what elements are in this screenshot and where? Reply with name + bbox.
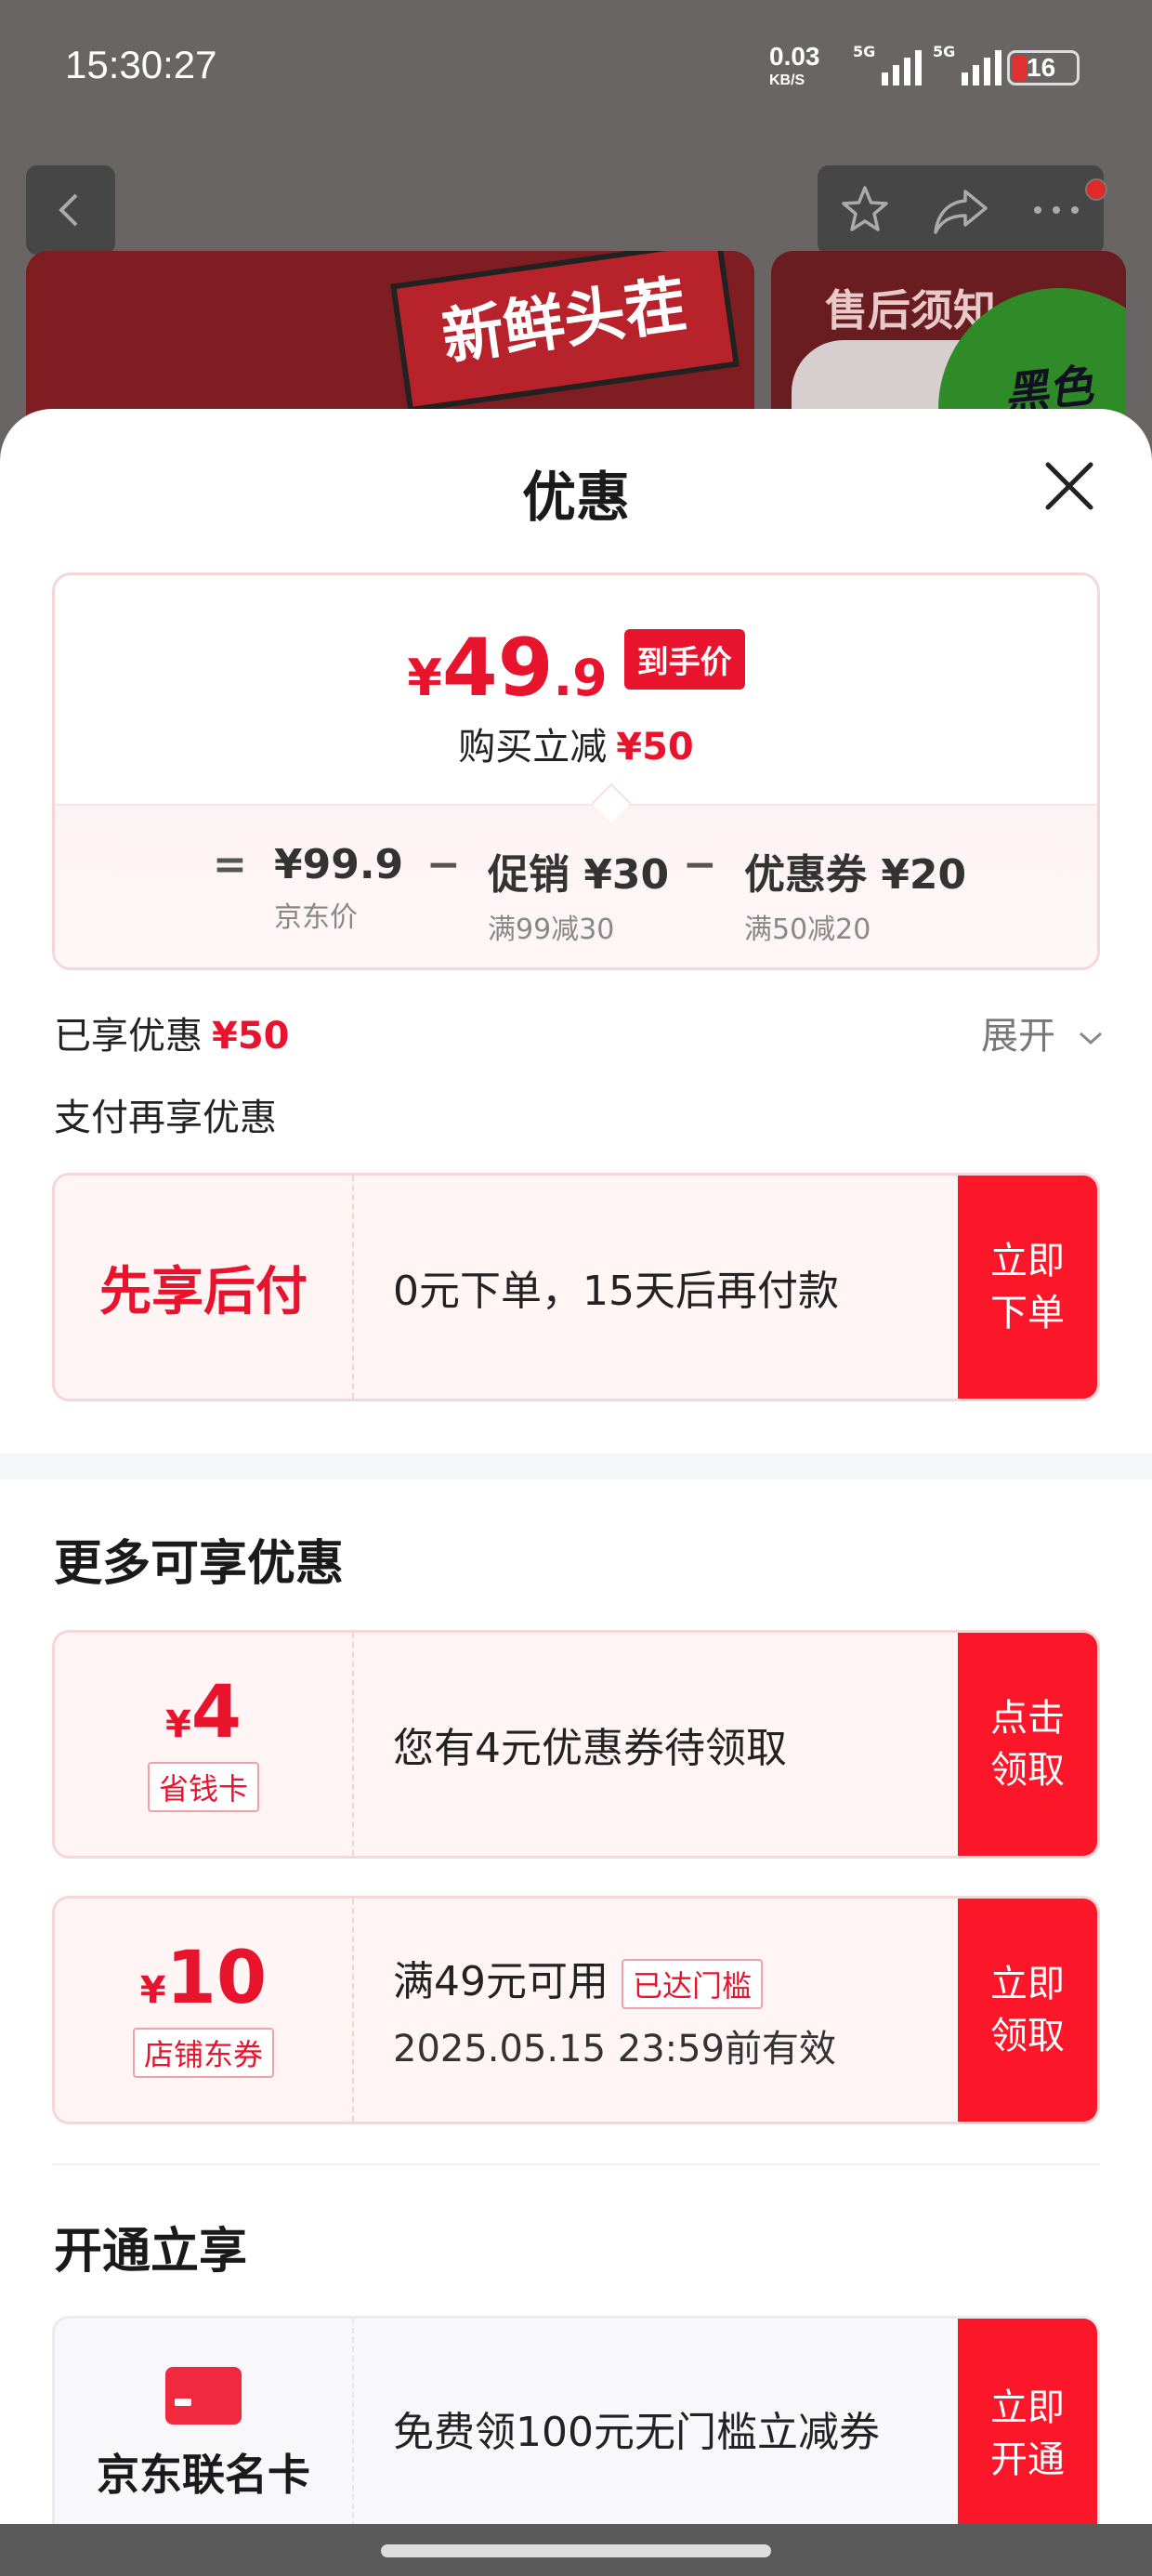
cobrand-card-name: 京东联名卡 bbox=[97, 2450, 310, 2500]
more-icon[interactable] bbox=[1028, 201, 1084, 219]
battery-icon: 16 bbox=[1007, 50, 1080, 85]
coupon-type-tag: 省钱卡 bbox=[147, 1762, 259, 1812]
bnpl-desc: 0元下单，15天后再付款 bbox=[393, 1268, 839, 1315]
final-price: ¥ 49 .9 到手价 bbox=[55, 622, 1097, 715]
chevron-down-icon bbox=[1079, 1032, 1102, 1045]
coupon-store: ¥10 店铺东券 满49元可用 已达门槛 2025.05.15 23:59前有效 … bbox=[52, 1896, 1100, 2124]
status-time: 15:30:27 bbox=[65, 43, 217, 86]
coupon-amount: ¥4 bbox=[164, 1671, 242, 1755]
more-offers-heading: 更多可享优惠 bbox=[54, 1536, 345, 1592]
purchase-reduction: 购买立减 ¥50 bbox=[458, 726, 694, 769]
notification-dot bbox=[1085, 178, 1107, 201]
claim-coupon-button[interactable]: 点击 领取 bbox=[958, 1633, 1097, 1856]
signal-icon-1: 5G bbox=[853, 43, 923, 85]
coupon-expiry: 2025.05.15 23:59前有效 bbox=[393, 2028, 837, 2070]
coupon-amount: ¥10 bbox=[139, 1937, 268, 2020]
enjoyed-discount: 已享优惠 ¥50 bbox=[54, 1015, 290, 1058]
network-speed: 0.03 KB/S bbox=[769, 42, 820, 89]
bnpl-offer: 先享后付 0元下单，15天后再付款 立即 下单 bbox=[52, 1173, 1100, 1401]
coupon-desc: 您有4元优惠券待领取 bbox=[393, 1725, 787, 1772]
order-now-button[interactable]: 立即 下单 bbox=[958, 1176, 1097, 1399]
coupon-saving-card: ¥4 省钱卡 您有4元优惠券待领取 点击 领取 bbox=[52, 1630, 1100, 1859]
discount-sheet: 优惠 ¥ 49 .9 到手价 购买立减 ¥50 = ¥99.9 京东价 − 促销 … bbox=[0, 409, 1152, 2576]
star-icon[interactable] bbox=[837, 182, 893, 238]
section-divider bbox=[0, 1453, 1152, 1479]
cobrand-desc: 免费领100元无门槛立减券 bbox=[393, 2409, 880, 2456]
home-indicator[interactable] bbox=[381, 2544, 771, 2557]
coupon-desc: 满49元可用 bbox=[393, 1958, 609, 2005]
price-summary-card: ¥ 49 .9 到手价 购买立减 ¥50 = ¥99.9 京东价 − 促销 ¥30… bbox=[52, 572, 1100, 970]
bnpl-name: 先享后付 bbox=[99, 1261, 308, 1322]
coupon-discount: 优惠券 ¥20 满50减20 bbox=[744, 851, 967, 946]
close-icon[interactable] bbox=[1041, 457, 1098, 515]
system-navigation bbox=[0, 2524, 1152, 2576]
final-price-tag: 到手价 bbox=[623, 628, 745, 690]
credit-card-icon bbox=[165, 2367, 242, 2425]
status-bar: 15:30:27 0.03 KB/S 5G 5G 16 bbox=[0, 0, 1152, 139]
promo-discount: 促销 ¥30 满99减30 bbox=[488, 851, 670, 946]
chevron-left-icon bbox=[59, 193, 78, 227]
sheet-title: 优惠 bbox=[521, 466, 630, 529]
coupon-type-tag: 店铺东券 bbox=[132, 2028, 274, 2078]
expand-button[interactable]: 展开 bbox=[981, 1005, 1105, 1059]
top-action-bar bbox=[818, 165, 1104, 255]
back-button[interactable] bbox=[26, 165, 115, 255]
open-enjoy-heading: 开通立享 bbox=[54, 2224, 248, 2280]
share-icon[interactable] bbox=[932, 184, 989, 236]
price-breakdown: = ¥99.9 京东价 − 促销 ¥30 满99减30 − 优惠券 ¥20 满5… bbox=[55, 804, 1097, 967]
signal-icon-2: 5G bbox=[933, 43, 1002, 85]
pay-more-heading: 支付再享优惠 bbox=[54, 1097, 277, 1139]
claim-store-coupon-button[interactable]: 立即 领取 bbox=[958, 1899, 1097, 2122]
divider bbox=[52, 2163, 1100, 2165]
threshold-badge: 已达门槛 bbox=[622, 1959, 764, 2009]
jd-price: ¥99.9 京东价 bbox=[274, 841, 404, 934]
